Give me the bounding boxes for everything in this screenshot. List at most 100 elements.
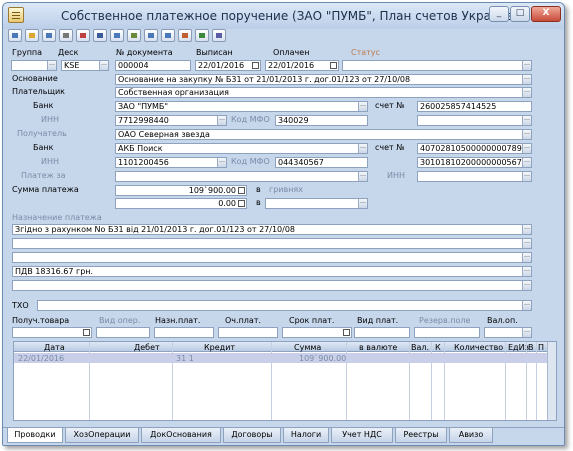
desk-field[interactable]: KSE… [61, 60, 109, 71]
payment-priority-field[interactable] [218, 327, 278, 338]
new-doc-icon[interactable] [8, 29, 22, 42]
purpose-edit-icon[interactable]: … [522, 225, 531, 234]
payer-account-field[interactable]: 260025857414525 [417, 101, 532, 112]
table-row[interactable]: 22/01/2016 31 1 109`900.00 [14, 353, 556, 363]
calculator-icon[interactable] [238, 187, 245, 194]
receiver-corr-select-icon[interactable]: … [522, 158, 531, 167]
calendar-icon[interactable] [83, 329, 90, 336]
payment-inn-select-icon[interactable]: … [522, 172, 531, 181]
tab-registers[interactable]: Реестры [395, 428, 447, 443]
receiver-bank-field[interactable]: АКБ Поиск… [115, 143, 368, 154]
tab-basis-docs[interactable]: ДокОснования [141, 428, 221, 443]
purpose-line-5[interactable]: … [12, 280, 532, 291]
purpose-line-3[interactable]: … [12, 252, 532, 263]
amount2-field[interactable]: 0.00 [115, 198, 247, 209]
receiver-account-select-icon[interactable]: … [522, 144, 531, 153]
calendar-icon[interactable] [252, 62, 259, 69]
payer-bank-select-icon[interactable]: … [358, 102, 367, 111]
column-header[interactable]: Дебет [134, 343, 160, 352]
delete-icon[interactable] [76, 29, 90, 42]
close-button[interactable]: X [531, 6, 561, 22]
receiver-account-field[interactable]: 40702810500000000789… [417, 143, 532, 154]
tab-operations[interactable]: ХозОперации [65, 428, 139, 443]
receiver-inn-field[interactable]: 1101200456… [115, 157, 227, 168]
calendar-icon[interactable] [330, 62, 337, 69]
basis-field[interactable]: Основание на закупку № Б31 от 21/01/2013… [115, 74, 532, 85]
reserve-field[interactable] [414, 327, 480, 338]
column-header[interactable]: П [538, 343, 544, 352]
receiver-bank-select-icon[interactable]: … [358, 144, 367, 153]
help-icon[interactable] [212, 29, 226, 42]
purpose-edit-icon[interactable]: … [522, 253, 531, 262]
purpose-line-2[interactable]: … [12, 238, 532, 249]
post-icon[interactable] [195, 29, 209, 42]
payer-field[interactable]: Собственная организация… [115, 87, 532, 98]
docnum-field[interactable]: 000004 [115, 60, 191, 71]
status-select-icon[interactable]: … [522, 61, 531, 70]
tho-select-icon[interactable]: … [522, 301, 531, 310]
group-select-icon[interactable]: … [47, 61, 56, 70]
minimize-button[interactable]: _ [489, 6, 509, 22]
issued-date-field[interactable]: 22/01/2016 [195, 60, 261, 71]
payment-for-field[interactable]: … [115, 171, 368, 182]
tab-postings[interactable]: Проводки [7, 428, 63, 443]
receiver-select-icon[interactable]: … [522, 130, 531, 139]
payer-inn-field[interactable]: 7712998440… [115, 115, 227, 126]
column-header[interactable]: Количество [454, 343, 503, 352]
tab-contracts[interactable]: Договоры [223, 428, 281, 443]
currency-op-field[interactable]: … [484, 327, 532, 338]
basis-select-icon[interactable]: … [522, 75, 531, 84]
tab-advice[interactable]: Авизо [449, 428, 493, 443]
calculator-icon[interactable] [238, 200, 245, 207]
purpose-line-1[interactable]: Згідно з рахунком No Б31 від 21/01/2013 … [12, 224, 532, 235]
payer-mfo-field[interactable]: 340029 [275, 115, 368, 126]
payment-purpose-field[interactable] [154, 327, 214, 338]
receiver-field[interactable]: ОАО Северная звезда… [115, 129, 532, 140]
receiver-inn-select-icon[interactable]: … [217, 158, 226, 167]
receiver-mfo-field[interactable]: 044340567 [275, 157, 368, 168]
column-header[interactable]: Сумма [294, 343, 321, 352]
receive-goods-field[interactable] [12, 327, 92, 338]
link-icon[interactable] [161, 29, 175, 42]
payer-bank-field[interactable]: ЗАО "ПУМБ"… [115, 101, 368, 112]
group-field[interactable]: … [11, 60, 57, 71]
save-icon[interactable] [93, 29, 107, 42]
purpose-edit-icon[interactable]: … [522, 267, 531, 276]
vertical-scrollbar[interactable] [547, 342, 556, 420]
currency-select-icon[interactable]: … [358, 199, 367, 208]
payment-term-field[interactable] [282, 327, 352, 338]
payer-corr-field[interactable]: … [417, 115, 532, 126]
payer-select-icon[interactable]: … [522, 88, 531, 97]
purpose-edit-icon[interactable]: … [522, 281, 531, 290]
postings-table[interactable]: Дата Дебет Кредит Сумма в валюте Вал. К … [13, 341, 557, 421]
column-header[interactable]: Вал. [411, 343, 429, 352]
payment-kind-field[interactable] [354, 327, 410, 338]
open-doc-icon[interactable] [25, 29, 39, 42]
column-header[interactable]: Кредит [204, 343, 235, 352]
column-header[interactable]: В [528, 343, 534, 352]
payer-corr-select-icon[interactable]: … [522, 116, 531, 125]
tho-field[interactable]: … [37, 300, 532, 311]
calendar-icon[interactable] [343, 329, 350, 336]
payer-inn-select-icon[interactable]: … [217, 116, 226, 125]
maximize-button[interactable]: □ [510, 6, 530, 22]
currency-field[interactable]: … [265, 198, 368, 209]
tab-taxes[interactable]: Налоги [283, 428, 329, 443]
report-icon[interactable] [110, 29, 124, 42]
purpose-edit-icon[interactable]: … [522, 239, 531, 248]
copy-doc-icon[interactable] [42, 29, 56, 42]
tab-vat[interactable]: Учет НДС [331, 428, 393, 443]
chart-icon[interactable] [178, 29, 192, 42]
status-field[interactable]: … [342, 60, 532, 71]
paid-date-field[interactable]: 22/01/2016 [265, 60, 339, 71]
list-icon[interactable] [127, 29, 141, 42]
column-header[interactable]: в валюте [359, 343, 397, 352]
currency-op-select-icon[interactable]: … [522, 328, 531, 337]
column-header[interactable]: Дата [44, 343, 65, 352]
print-icon[interactable] [59, 29, 73, 42]
receiver-corr-field[interactable]: 30101810200000000567… [417, 157, 532, 168]
payment-for-select-icon[interactable]: … [358, 172, 367, 181]
operation-type-field[interactable] [96, 327, 150, 338]
attach-icon[interactable] [144, 29, 158, 42]
column-header[interactable]: К [435, 343, 441, 352]
